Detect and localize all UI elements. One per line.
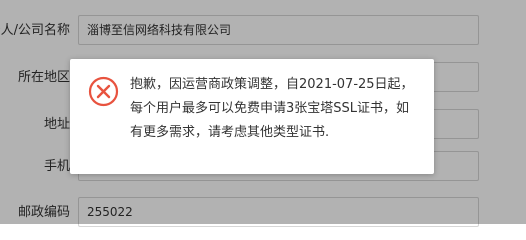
error-circle-x-icon (88, 76, 119, 107)
alert-dialog: 抱歉，因运营商政策调整，自2021-07-25日起，每个用户最多可以免费申请3张… (70, 59, 434, 174)
dialog-message: 抱歉，因运营商政策调整，自2021-07-25日起，每个用户最多可以免费申请3张… (130, 77, 414, 140)
